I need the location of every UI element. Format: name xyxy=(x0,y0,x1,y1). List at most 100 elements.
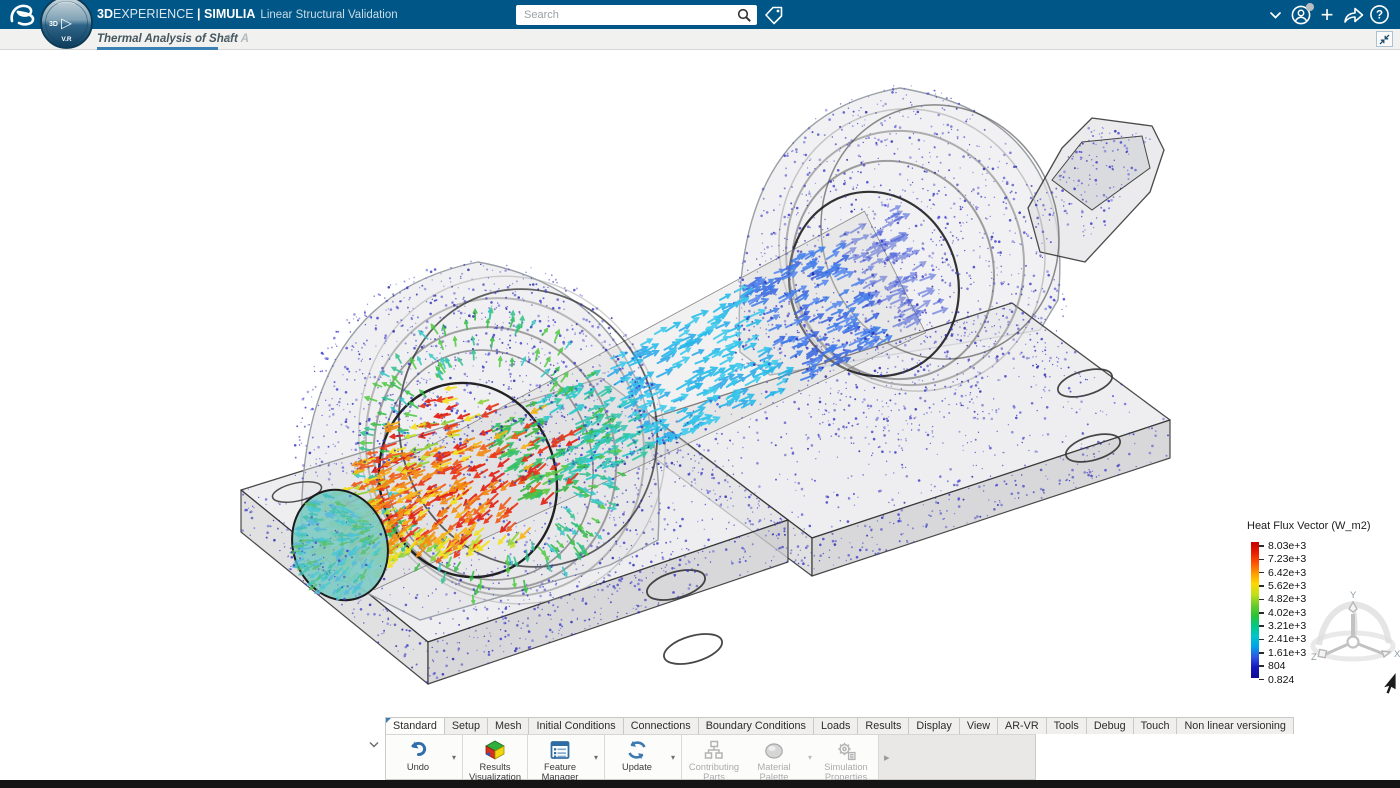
ribbon-button-update[interactable]: Update xyxy=(607,736,667,778)
legend-value: 6.42e+3 xyxy=(1268,567,1306,579)
help-icon[interactable]: ? xyxy=(1366,2,1392,28)
ribbon-group: Contributing PartsMaterial Palette▾Simul… xyxy=(682,735,879,779)
new-tab-button[interactable]: + xyxy=(222,31,236,45)
legend-value: 1.61e+3 xyxy=(1268,647,1306,659)
brand-title: 3DEXPERIENCE | SIMULIALinear Structural … xyxy=(97,0,398,29)
legend-tick xyxy=(1259,559,1264,561)
dropdown-caret-icon-update[interactable]: ▾ xyxy=(667,736,679,778)
ribbon-panel: Undo▾Results VisualizationFeature Manage… xyxy=(385,734,1036,780)
legend-tick-row: 8.03e+3 xyxy=(1259,540,1306,552)
legend-tick-row: 804 xyxy=(1259,660,1286,672)
ribbon-tab-ar-vr[interactable]: AR-VR xyxy=(997,717,1047,734)
legend-value: 7.23e+3 xyxy=(1268,553,1306,565)
legend-value: 804 xyxy=(1268,660,1286,672)
svg-text:?: ? xyxy=(1375,10,1382,22)
collapse-window-icon[interactable] xyxy=(1376,31,1393,47)
add-content-icon[interactable]: + xyxy=(1314,2,1340,28)
simulation-properties-icon xyxy=(835,739,857,761)
legend-value: 3.21e+3 xyxy=(1268,620,1306,632)
ribbon-tab-boundary-conditions[interactable]: Boundary Conditions xyxy=(698,717,814,734)
legend-tick-row: 3.21e+3 xyxy=(1259,620,1306,632)
legend-tick xyxy=(1259,572,1264,574)
compass-vr-label: V.R xyxy=(61,36,72,43)
ribbon-collapse-chevron-icon[interactable] xyxy=(366,737,382,751)
legend-tick xyxy=(1259,639,1264,641)
ribbon-tab-touch[interactable]: Touch xyxy=(1133,717,1178,734)
document-tab-bar: Thermal Analysis of Shaft A + xyxy=(0,29,1400,50)
share-icon[interactable] xyxy=(1340,2,1366,28)
legend-tick xyxy=(1259,612,1264,614)
compass-3d-label: 3D xyxy=(49,21,58,28)
ribbon-tab-loads[interactable]: Loads xyxy=(813,717,858,734)
brand-app-subtitle: Linear Structural Validation xyxy=(260,9,397,21)
dropdown-caret-icon-material-palette: ▾ xyxy=(804,736,816,778)
axis-triad[interactable]: Y X Z xyxy=(1306,590,1400,682)
ribbon-tab-standard[interactable]: Standard xyxy=(385,717,445,734)
legend-title: Heat Flux Vector (W_m2) xyxy=(1247,520,1397,532)
mouse-cursor xyxy=(1380,671,1400,695)
triad-x-label: X xyxy=(1394,649,1400,660)
tag-icon[interactable] xyxy=(763,4,785,26)
legend-tick xyxy=(1259,665,1264,667)
ribbon-button-feature-manager[interactable]: Feature Manager xyxy=(530,736,590,778)
ribbon-tab-strip: StandardSetupMeshInitial ConditionsConne… xyxy=(385,717,1294,734)
ribbon-overflow-arrow-icon[interactable]: ▸ xyxy=(884,751,890,764)
legend-tick-row: 6.42e+3 xyxy=(1259,567,1306,579)
legend-tick-row: 4.82e+3 xyxy=(1259,593,1306,605)
legend-tick-row: 4.02e+3 xyxy=(1259,607,1306,619)
legend-value: 0.824 xyxy=(1268,674,1294,686)
search-box[interactable] xyxy=(516,5,757,25)
ribbon-tab-connections[interactable]: Connections xyxy=(623,717,699,734)
ribbon-button-undo[interactable]: Undo xyxy=(388,736,448,778)
legend-tick-row: 1.61e+3 xyxy=(1259,647,1306,659)
chevron-down-icon[interactable] xyxy=(1262,2,1288,28)
document-tab-title: Thermal Analysis of Shaft xyxy=(97,33,238,45)
legend-value: 2.41e+3 xyxy=(1268,633,1306,645)
ribbon-button-label: Update xyxy=(622,762,652,772)
3d-viewport-scene[interactable] xyxy=(0,0,1400,788)
3d-compass[interactable]: 3D ▷ V.R xyxy=(40,0,93,49)
ribbon-tab-tools[interactable]: Tools xyxy=(1046,717,1087,734)
undo-icon xyxy=(407,739,429,761)
ribbon-tab-results[interactable]: Results xyxy=(857,717,909,734)
legend-value: 8.03e+3 xyxy=(1268,540,1306,552)
legend-value: 4.02e+3 xyxy=(1268,607,1306,619)
ribbon-tab-non-linear-versioning[interactable]: Non linear versioning xyxy=(1176,717,1293,734)
brand-app-name: SIMULIA xyxy=(204,7,255,21)
triad-z-label: Z xyxy=(1311,652,1317,663)
ribbon-tab-view[interactable]: View xyxy=(959,717,998,734)
search-input[interactable] xyxy=(516,9,731,21)
ribbon-button-results-visualization[interactable]: Results Visualization xyxy=(465,736,525,778)
legend-tick xyxy=(1259,545,1264,547)
user-account-icon[interactable] xyxy=(1288,2,1314,28)
ribbon-tab-display[interactable]: Display xyxy=(908,717,959,734)
compass-play-glyph: ▷ xyxy=(61,16,72,32)
legend-tick xyxy=(1259,652,1264,654)
contributing-parts-icon xyxy=(703,739,725,761)
ribbon-tab-initial-conditions[interactable]: Initial Conditions xyxy=(528,717,623,734)
brand-separator: | xyxy=(194,7,204,21)
legend-tick xyxy=(1259,585,1264,587)
ribbon-group: Feature Manager▾ xyxy=(528,735,605,779)
legend-tick xyxy=(1259,679,1264,681)
ribbon-tab-setup[interactable]: Setup xyxy=(444,717,488,734)
ribbon-overflow-area: ▸ xyxy=(879,735,1035,779)
application-window: Heat Flux Vector (W_m2) 8.03e+37.23e+3 6.… xyxy=(0,0,1400,788)
user-badge xyxy=(1306,3,1314,11)
3ds-logo[interactable] xyxy=(4,1,42,28)
search-icon[interactable] xyxy=(731,5,757,25)
ribbon-tab-debug[interactable]: Debug xyxy=(1086,717,1134,734)
dropdown-caret-icon-undo[interactable]: ▾ xyxy=(448,736,460,778)
document-tab-suffix: A xyxy=(241,33,249,45)
ribbon-tab-mesh[interactable]: Mesh xyxy=(487,717,529,734)
legend-tick-row: 7.23e+3 xyxy=(1259,553,1306,565)
ribbon-button-material-palette: Material Palette xyxy=(744,736,804,778)
top-app-bar: 3DEXPERIENCE | SIMULIALinear Structural … xyxy=(0,0,1400,29)
results-visualization-icon xyxy=(484,739,506,761)
triad-y-label: Y xyxy=(1350,590,1357,601)
action-ribbon: StandardSetupMeshInitial ConditionsConne… xyxy=(364,717,1294,780)
legend-value: 5.62e+3 xyxy=(1268,580,1306,592)
feature-manager-icon xyxy=(549,739,571,761)
dropdown-caret-icon-feature-manager[interactable]: ▾ xyxy=(590,736,602,778)
ribbon-button-contributing-parts: Contributing Parts xyxy=(684,736,744,778)
